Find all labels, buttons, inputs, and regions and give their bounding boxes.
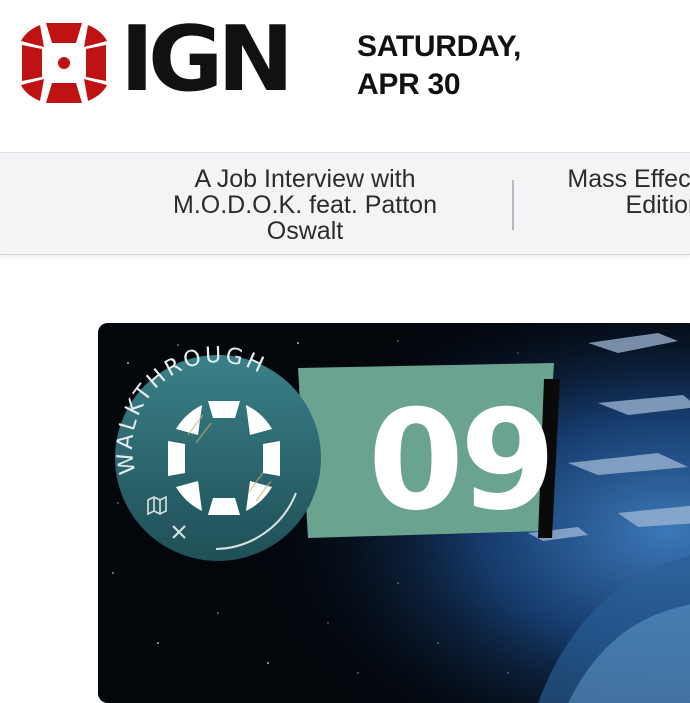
date-weekday: SATURDAY, xyxy=(357,30,521,63)
ticker-item-mass-effect[interactable]: Mass Effect Legendary Edition - X S xyxy=(530,166,690,218)
video-ticker: A Job Interview with M.O.D.O.K. feat. Pa… xyxy=(0,152,690,255)
hero-artwork: 09 WALKTHROUGH xyxy=(98,323,690,703)
episode-number: 09 xyxy=(368,380,552,541)
ign-logo-icon[interactable] xyxy=(18,19,110,107)
date-day: APR 30 xyxy=(357,68,461,101)
ign-wordmark[interactable]: IGN xyxy=(120,15,294,105)
current-date: SATURDAY, APR 30 xyxy=(357,28,521,104)
site-header: IGN SATURDAY, APR 30 xyxy=(0,0,690,152)
hero-video-thumbnail[interactable]: 09 WALKTHROUGH xyxy=(98,323,690,703)
ticker-item-modok[interactable]: A Job Interview with M.O.D.O.K. feat. Pa… xyxy=(150,166,460,244)
ticker-divider xyxy=(512,180,514,230)
